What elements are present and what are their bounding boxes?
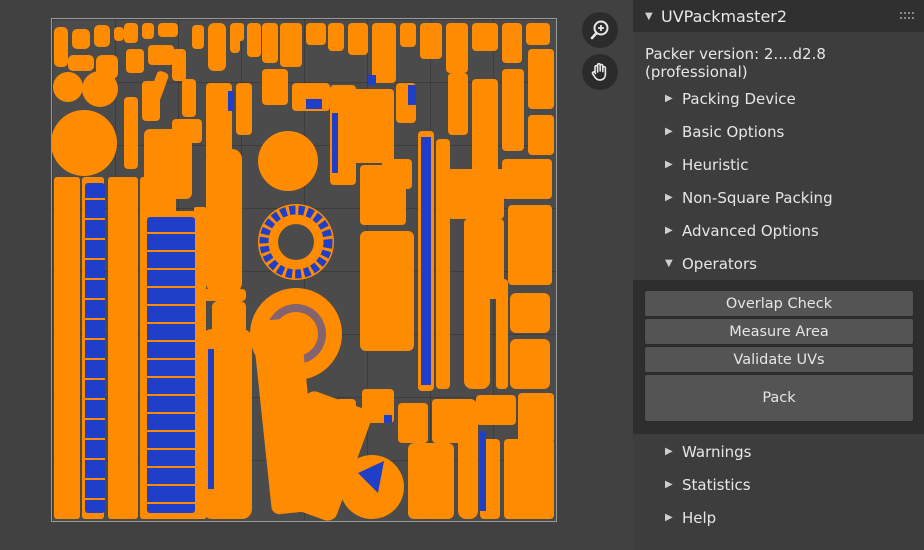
expand-triangle-icon: ▶: [665, 93, 673, 104]
section-advanced-options[interactable]: ▶ Advanced Options: [633, 214, 924, 247]
section-warnings[interactable]: ▶ Warnings: [633, 435, 924, 468]
drag-grip-icon[interactable]: [900, 11, 914, 21]
uvpackmaster-panel: ▼ UVPackmaster2 Packer version: 2....d2.…: [633, 0, 924, 550]
pack-button[interactable]: Pack: [644, 374, 914, 422]
zoom-in-icon: [590, 20, 609, 40]
packer-version-label: Packer version: 2....d2.8 (professional): [645, 45, 826, 81]
pan-button[interactable]: [582, 54, 618, 90]
section-packing-device[interactable]: ▶ Packing Device: [633, 82, 924, 115]
section-help[interactable]: ▶ Help: [633, 501, 924, 534]
panel-title: UVPackmaster2: [661, 6, 788, 26]
uv-canvas[interactable]: [51, 18, 557, 522]
expand-triangle-icon: ▶: [665, 192, 673, 203]
expand-triangle-icon: ▶: [665, 159, 673, 170]
zoom-button[interactable]: [582, 12, 618, 48]
operators-box: Overlap Check Measure Area Validate UVs …: [633, 280, 924, 434]
collapse-triangle-icon: ▼: [665, 258, 673, 269]
expand-triangle-icon: ▶: [665, 512, 673, 523]
expand-triangle-icon: ▶: [665, 126, 673, 137]
expand-triangle-icon: ▶: [665, 225, 673, 236]
validate-uvs-button[interactable]: Validate UVs: [644, 346, 914, 373]
section-basic-options[interactable]: ▶ Basic Options: [633, 115, 924, 148]
overlap-check-button[interactable]: Overlap Check: [644, 290, 914, 317]
measure-area-button[interactable]: Measure Area: [644, 318, 914, 345]
section-non-square-packing[interactable]: ▶ Non-Square Packing: [633, 181, 924, 214]
expand-triangle-icon: ▶: [665, 479, 673, 490]
uv-islands: [52, 23, 554, 521]
collapse-triangle-icon[interactable]: ▼: [645, 11, 659, 22]
section-statistics[interactable]: ▶ Statistics: [633, 468, 924, 501]
hand-pan-icon: [591, 62, 607, 81]
expand-triangle-icon: ▶: [665, 446, 673, 457]
uv-editor-viewport[interactable]: [0, 0, 633, 550]
section-heuristic[interactable]: ▶ Heuristic: [633, 148, 924, 181]
section-operators[interactable]: ▼ Operators: [633, 247, 924, 280]
panel-header[interactable]: ▼ UVPackmaster2: [633, 0, 924, 32]
